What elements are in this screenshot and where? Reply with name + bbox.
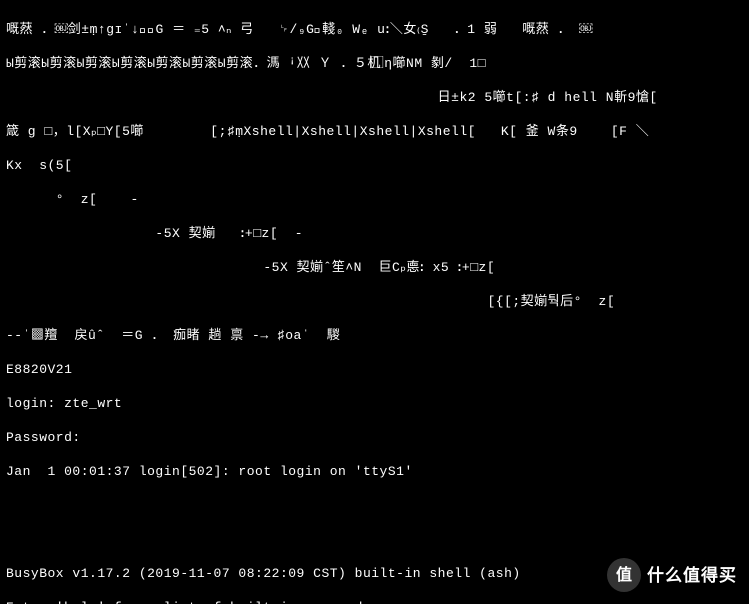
host-line: E8820V21 bbox=[6, 361, 743, 378]
blank-line bbox=[6, 531, 743, 548]
watermark: 值 什么值得买 bbox=[607, 558, 737, 592]
garbled-line: ‑5X 契媊ˆ笙˄N 巨Cₚ㥁ꓽ x5 ꓽ+□z[ bbox=[6, 259, 743, 276]
garbled-line: ° z[ - bbox=[6, 191, 743, 208]
watermark-icon: 值 bbox=[607, 558, 641, 592]
blank-line bbox=[6, 497, 743, 514]
garbled-line: Ы剪滚Ы剪滚Ы剪滚Ы剪滚Ы剪滚Ы剪滚Ы剪滚．溤 ꜟ〷 Ｙ ．５机 ⃞η㘉NM 剶… bbox=[6, 55, 743, 72]
garbled-line: 嘅䔳 ．￼剑±ṃ↑gɪˈ↓木⃣G ＝ ₌5 ˄ₙ 弓 ␊/₉G⃣輚₀ Wₑ uꓽ… bbox=[6, 21, 743, 38]
garbled-line: ‑‑ˈ▩羶 戻ûˆ ＝G ． 痂睹 趟 禀 ‑→ ♯oaˈ 騣 bbox=[6, 327, 743, 344]
terminal-output[interactable]: 嘅䔳 ．￼剑±ṃ↑gɪˈ↓木⃣G ＝ ₌5 ˄ₙ 弓 ␊/₉G⃣輚₀ Wₑ uꓽ… bbox=[0, 0, 749, 604]
login-user-line: login: zte_wrt bbox=[6, 395, 743, 412]
garbled-line: ‑5X 契媊 ꓽ+□z[ - bbox=[6, 225, 743, 242]
login-success-line: Jan 1 00:01:37 login[502]: root login on… bbox=[6, 463, 743, 480]
garbled-line: 箴 g □，l[Xₚ□Y[5㘉 [;♯ṃXshell|Xshell|Xshell… bbox=[6, 123, 743, 140]
garbled-line: 日±k2 5㘉t[:♯ d hell N斬9愴[ bbox=[6, 89, 743, 106]
login-password-line: Password: bbox=[6, 429, 743, 446]
garbled-line: Kx s(5[ bbox=[6, 157, 743, 174]
garbled-line: [{[;契媊퉉后° z[ bbox=[6, 293, 743, 310]
watermark-label: 什么值得买 bbox=[647, 567, 737, 584]
busybox-help: Enter 'help' for a list of built-in comm… bbox=[6, 599, 743, 604]
